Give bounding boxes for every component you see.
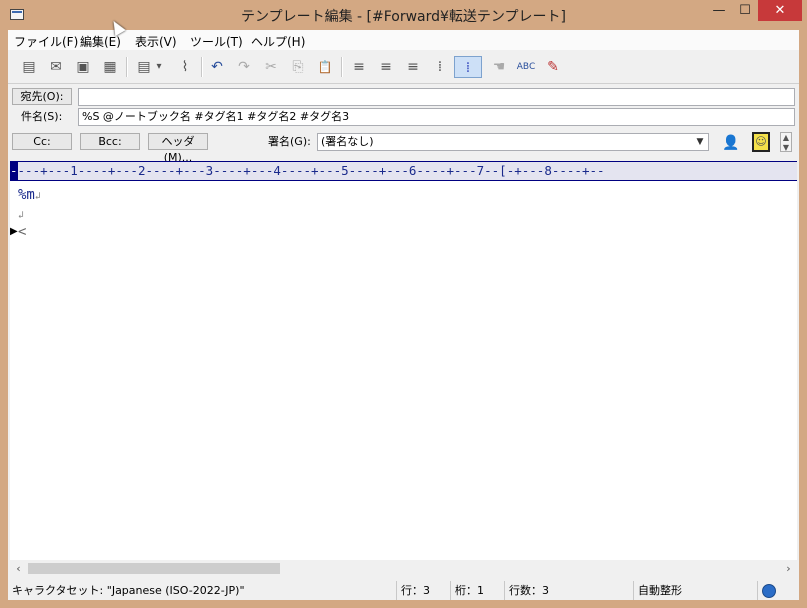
scroll-left-icon[interactable]: ‹ bbox=[10, 560, 27, 577]
menu-help[interactable]: ヘルプ(H) bbox=[251, 33, 305, 50]
align-left-icon[interactable]: ≡ bbox=[375, 56, 397, 78]
subject-label: 件名(S): bbox=[21, 110, 63, 123]
subject-field[interactable]: %S @ノートブック名 #タグ名1 #タグ名2 #タグ名3 bbox=[78, 108, 795, 126]
status-lines: 行数：3 bbox=[504, 581, 629, 600]
editor-line-2: ↲ bbox=[18, 206, 24, 222]
cut-icon[interactable]: ✂ bbox=[260, 56, 282, 78]
status-mode: 自動整形 bbox=[633, 581, 753, 600]
return-mark-icon: ↲ bbox=[18, 210, 25, 221]
send-icon[interactable]: ✉ bbox=[45, 56, 67, 78]
status-charset: キャラクタセット: "Japanese (ISO-2022-JP)" bbox=[12, 584, 245, 597]
toolbar: ▤ ✉ ▣ ▦ ▤ ▾ ⌇ ↶ ↷ ✂ ⎘ 📋 ≡ ≡ ≡ ⁞ ⁞ ☚ ABC … bbox=[8, 52, 799, 82]
signature-select[interactable]: (署名なし) ▼ bbox=[317, 133, 709, 151]
toolbar-separator bbox=[201, 57, 203, 77]
ruler: ----+---1----+---2----+---3----+---4----… bbox=[10, 161, 797, 181]
minimize-button[interactable]: — bbox=[706, 0, 732, 21]
undo-icon[interactable]: ↶ bbox=[206, 56, 228, 78]
line-text: %m bbox=[18, 187, 35, 203]
face-icon[interactable]: ☺ bbox=[752, 132, 770, 152]
ruler-cursor: - bbox=[10, 162, 18, 180]
toolbar-separator bbox=[341, 57, 343, 77]
align-right-icon[interactable]: ≡ bbox=[402, 56, 424, 78]
dots-active-icon[interactable]: ⁞ bbox=[454, 56, 482, 78]
line-text: < bbox=[18, 224, 27, 240]
subject-row: 件名(S): %S @ノートブック名 #タグ名1 #タグ名2 #タグ名3 bbox=[8, 108, 799, 130]
print-icon[interactable]: ▣ bbox=[72, 56, 94, 78]
menu-bar: ファイル(F) 編集(E) 表示(V) ツール(T) ヘルプ(H) bbox=[8, 30, 799, 50]
editor-line-1: %m↲ bbox=[18, 187, 41, 203]
header-button[interactable]: ヘッダ(M)... bbox=[148, 133, 208, 164]
client-area: ファイル(F) 編集(E) 表示(V) ツール(T) ヘルプ(H) ▤ ✉ ▣ … bbox=[8, 30, 799, 600]
attach-icon[interactable]: ⌇ bbox=[174, 56, 196, 78]
spin-icon[interactable]: ▲ ▼ bbox=[780, 132, 792, 152]
scroll-thumb[interactable] bbox=[28, 563, 280, 574]
scroll-right-icon[interactable]: › bbox=[780, 560, 797, 577]
divider bbox=[8, 83, 799, 84]
copy-icon[interactable]: ⎘ bbox=[287, 56, 309, 78]
dots-icon[interactable]: ⁞ bbox=[429, 56, 451, 78]
save-draft-icon[interactable]: ▤ bbox=[18, 56, 40, 78]
app-window: テンプレート編集 - [#Forward¥転送テンプレート] — ☐ ✕ ファイ… bbox=[0, 0, 807, 608]
redo-icon[interactable]: ↷ bbox=[233, 56, 255, 78]
dropdown-icon[interactable]: ▾ bbox=[152, 56, 166, 78]
editor-area[interactable]: %m↲ ↲ < ▶ bbox=[10, 181, 797, 560]
menu-view[interactable]: 表示(V) bbox=[135, 33, 177, 50]
status-col: 桁：1 bbox=[450, 581, 504, 600]
paste-icon[interactable]: 📋 bbox=[314, 56, 336, 78]
options-row: Cc: Bcc: ヘッダ(M)... 署名(G): (署名なし) ▼ 👤 ☺ ▲… bbox=[8, 131, 799, 164]
cc-button[interactable]: Cc: bbox=[12, 133, 72, 150]
grid-icon[interactable]: ▦ bbox=[99, 56, 121, 78]
menu-file[interactable]: ファイル(F) bbox=[14, 33, 78, 50]
return-mark-icon: ↲ bbox=[34, 191, 41, 202]
maximize-button[interactable]: ☐ bbox=[732, 0, 758, 21]
status-bar: キャラクタセット: "Japanese (ISO-2022-JP)" 行：3 桁… bbox=[8, 581, 799, 600]
to-button[interactable]: 宛先(O): bbox=[12, 88, 72, 105]
menu-tools[interactable]: ツール(T) bbox=[190, 33, 243, 50]
caret-marker-icon: ▶ bbox=[10, 226, 18, 237]
chevron-down-icon: ▼ bbox=[696, 137, 704, 147]
bcc-button[interactable]: Bcc: bbox=[80, 133, 140, 150]
signature-value: (署名なし) bbox=[321, 135, 374, 148]
globe-icon[interactable] bbox=[757, 581, 799, 600]
toolbar-separator bbox=[126, 57, 128, 77]
close-button[interactable]: ✕ bbox=[758, 0, 802, 21]
signature-label: 署名(G): bbox=[268, 135, 311, 148]
edit-icon[interactable]: ✎ bbox=[542, 56, 564, 78]
editor-line-3: < bbox=[18, 224, 26, 240]
horizontal-scrollbar[interactable]: ‹ › bbox=[10, 560, 797, 577]
to-row: 宛先(O): bbox=[8, 87, 799, 109]
align-center-icon[interactable]: ≡ bbox=[348, 56, 370, 78]
to-field[interactable] bbox=[78, 88, 795, 106]
add-contact-icon[interactable]: 👤 bbox=[720, 132, 742, 154]
ruler-scale: ---+---1----+---2----+---3----+---4----+… bbox=[17, 163, 605, 178]
spellcheck-icon[interactable]: ABC bbox=[515, 56, 537, 78]
pointer-icon[interactable]: ☚ bbox=[488, 56, 510, 78]
status-row: 行：3 bbox=[396, 581, 450, 600]
